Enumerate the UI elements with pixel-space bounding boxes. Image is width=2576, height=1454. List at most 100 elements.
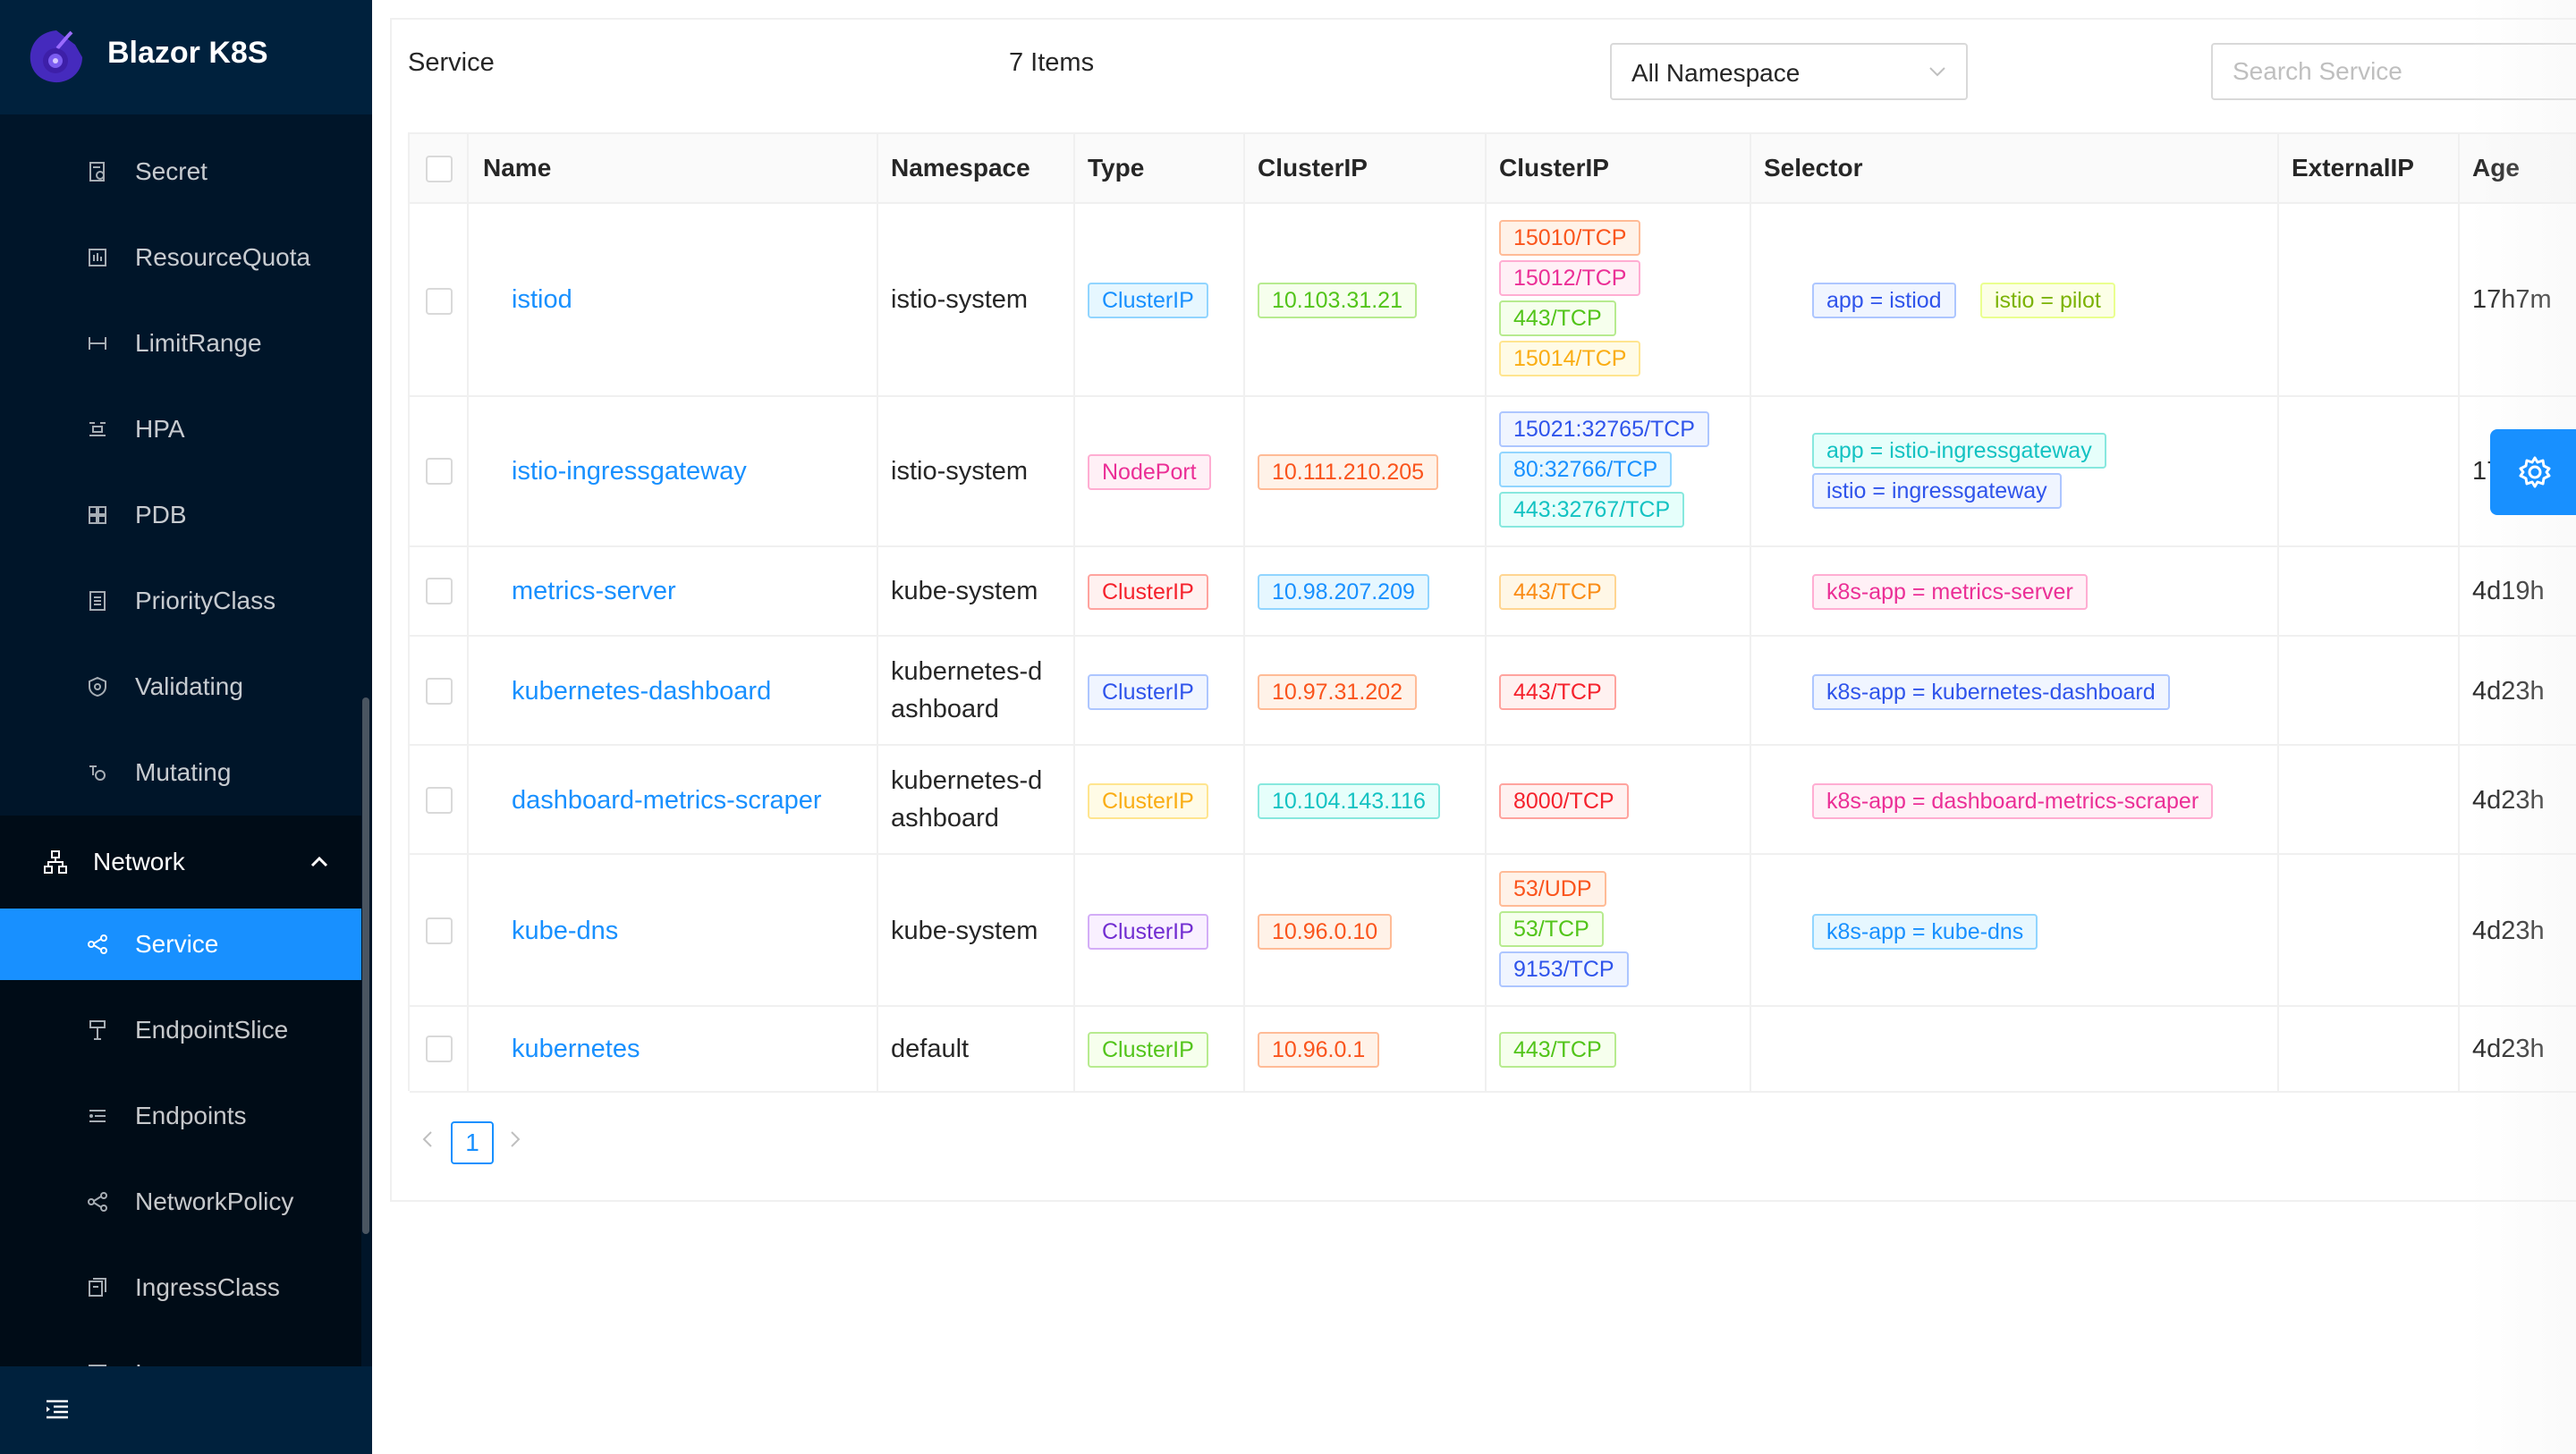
menu-item-ingressclass[interactable]: IngressClass [0,1252,361,1323]
select-all-checkbox[interactable] [426,156,453,182]
service-name-link[interactable]: istio-ingressgateway [512,452,747,490]
column-header-selector[interactable]: Selector [1764,154,1863,182]
port-tag: 443:32767/TCP [1499,492,1685,528]
namespace-cell: istio-system [891,457,1029,486]
namespace-cell: ashboard [891,804,999,833]
endpointslice-icon [89,1020,106,1040]
menu-label: Secret [135,157,208,185]
service-name-link[interactable]: dashboard-metrics-scraper [512,782,822,819]
chevron-up-icon[interactable] [309,856,329,868]
menu-item-mutating[interactable]: Mutating [0,737,361,808]
service-name-link[interactable]: kubernetes [512,1030,640,1068]
port-tag: 9153/TCP [1499,951,1629,987]
selector-tag: k8s-app = dashboard-metrics-scraper [1812,783,2214,819]
pagination-page[interactable]: 1 [451,1121,494,1164]
row-checkbox[interactable] [426,458,453,485]
menu-group-network[interactable]: Network [0,816,361,909]
namespace-select-value: All Namespace [1631,59,1801,87]
network-icon [44,850,67,874]
endpoints-icon [89,1110,106,1122]
service-name-link[interactable]: kube-dns [512,912,618,950]
table-row: istiod istio-system ClusterIP 10.103.31.… [410,204,2576,397]
clusterip-tag: 10.96.0.10 [1258,914,1393,950]
service-name-link[interactable]: metrics-server [512,572,676,610]
menu-label: LimitRange [135,329,262,357]
validating-icon [89,676,106,697]
menu-item-resourcequota[interactable]: ResourceQuota [0,222,361,293]
menu-label: IngressClass [135,1273,280,1301]
port-tag: 15014/TCP [1499,341,1641,376]
type-tag: NodePort [1088,454,1211,490]
pdb-icon [89,506,106,524]
clusterip-tag: 10.111.210.205 [1258,454,1439,490]
menu-group-label: Network [93,848,185,875]
selector-tag: k8s-app = metrics-server [1812,574,2088,610]
menu-item-validating[interactable]: Validating [0,651,361,723]
clusterip-tag: 10.98.207.209 [1258,574,1429,610]
service-icon [88,934,107,954]
column-header-namespace[interactable]: Namespace [891,154,1030,182]
namespace-cell: kube-system [891,577,1038,605]
service-table: Name Namespace Type ClusterIP ClusterIP … [408,132,2576,1093]
type-tag: ClusterIP [1088,574,1208,610]
table-row: metrics-server kube-system ClusterIP 10.… [410,547,2576,637]
menu-item-limitrange[interactable]: LimitRange [0,308,361,379]
selector-tag: istio = pilot [1980,283,2115,318]
menu-label: NetworkPolicy [135,1188,294,1215]
menu-label: Service [135,930,219,958]
side-menu: Secret ResourceQuota LimitRange HPA PDB … [0,114,361,1366]
clusterip-tag: 10.97.31.202 [1258,674,1417,710]
menu-item-priorityclass[interactable]: PriorityClass [0,565,361,637]
pagination-prev-icon[interactable] [420,1129,435,1150]
row-checkbox[interactable] [426,288,453,315]
clusterip-tag: 10.103.31.21 [1258,283,1417,318]
ingressclass-icon [89,1278,106,1297]
menu-item-ingress[interactable]: I [0,1338,361,1366]
sidebar-scrollbar-thumb[interactable] [362,697,369,1234]
menu-label: HPA [135,415,185,443]
service-name-link[interactable]: istiod [512,281,572,318]
sidebar: Blazor K8S Secret ResourceQuota LimitRan… [0,0,372,1454]
mutating-icon [89,765,106,781]
search-input[interactable] [2211,43,2576,100]
priority-class-icon [89,591,106,611]
column-header-externalip[interactable]: ExternalIP [2292,154,2414,182]
column-header-type[interactable]: Type [1088,154,1144,182]
menu-item-pdb[interactable]: PDB [0,479,361,551]
menu-fold-icon[interactable] [45,1399,70,1420]
column-header-clusterip[interactable]: ClusterIP [1258,154,1368,182]
table-row: kubernetes-dashboard kubernetes-d ashboa… [410,637,2576,746]
menu-item-networkpolicy[interactable]: NetworkPolicy [0,1166,361,1238]
column-header-name[interactable]: Name [483,154,551,182]
type-tag: ClusterIP [1088,914,1208,950]
menu-item-endpointslice[interactable]: EndpointSlice [0,994,361,1066]
brand-header: Blazor K8S [0,0,372,114]
row-checkbox[interactable] [426,917,453,944]
menu-item-service[interactable]: Service [0,909,361,980]
namespace-select[interactable]: All Namespace [1610,43,1968,100]
menu-item-secret[interactable]: Secret [0,136,361,207]
age-cell: 4d23h [2472,786,2545,815]
table-row: kube-dns kube-system ClusterIP 10.96.0.1… [410,855,2576,1007]
menu-item-hpa[interactable]: HPA [0,393,361,465]
row-checkbox[interactable] [426,787,453,814]
row-checkbox[interactable] [426,1036,453,1062]
age-cell: 17h7m [2472,285,2552,314]
chevron-down-icon [1929,67,1945,77]
row-checkbox[interactable] [426,678,453,705]
table-header: Name Namespace Type ClusterIP ClusterIP … [410,134,2576,204]
port-tag: 80:32766/TCP [1499,452,1673,487]
menu-item-endpoints[interactable]: Endpoints [0,1080,361,1152]
service-name-link[interactable]: kubernetes-dashboard [512,672,771,710]
resource-quota-icon [89,249,106,266]
selector-tag: k8s-app = kubernetes-dashboard [1812,674,2170,710]
type-tag: ClusterIP [1088,674,1208,710]
port-tag: 15012/TCP [1499,260,1641,296]
column-header-age[interactable]: Age [2472,154,2520,182]
row-checkbox[interactable] [426,578,453,604]
column-header-ports[interactable]: ClusterIP [1499,154,1609,182]
port-tag: 15010/TCP [1499,220,1641,256]
table-row: istio-ingressgateway istio-system NodePo… [410,397,2576,547]
settings-button[interactable] [2490,429,2576,515]
pagination-next-icon[interactable] [508,1129,522,1150]
